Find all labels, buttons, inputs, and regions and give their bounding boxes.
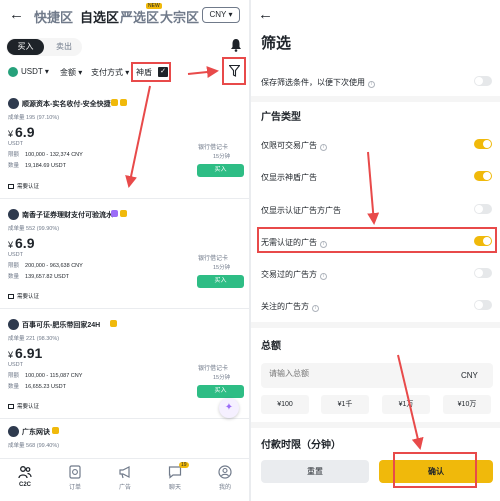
arrow-to-shield [125,85,151,188]
annotation-arrows [125,66,424,450]
arrow-to-filter [187,66,219,78]
arrow-to-confirm [397,354,424,450]
arrow-to-no-verification [367,151,380,225]
